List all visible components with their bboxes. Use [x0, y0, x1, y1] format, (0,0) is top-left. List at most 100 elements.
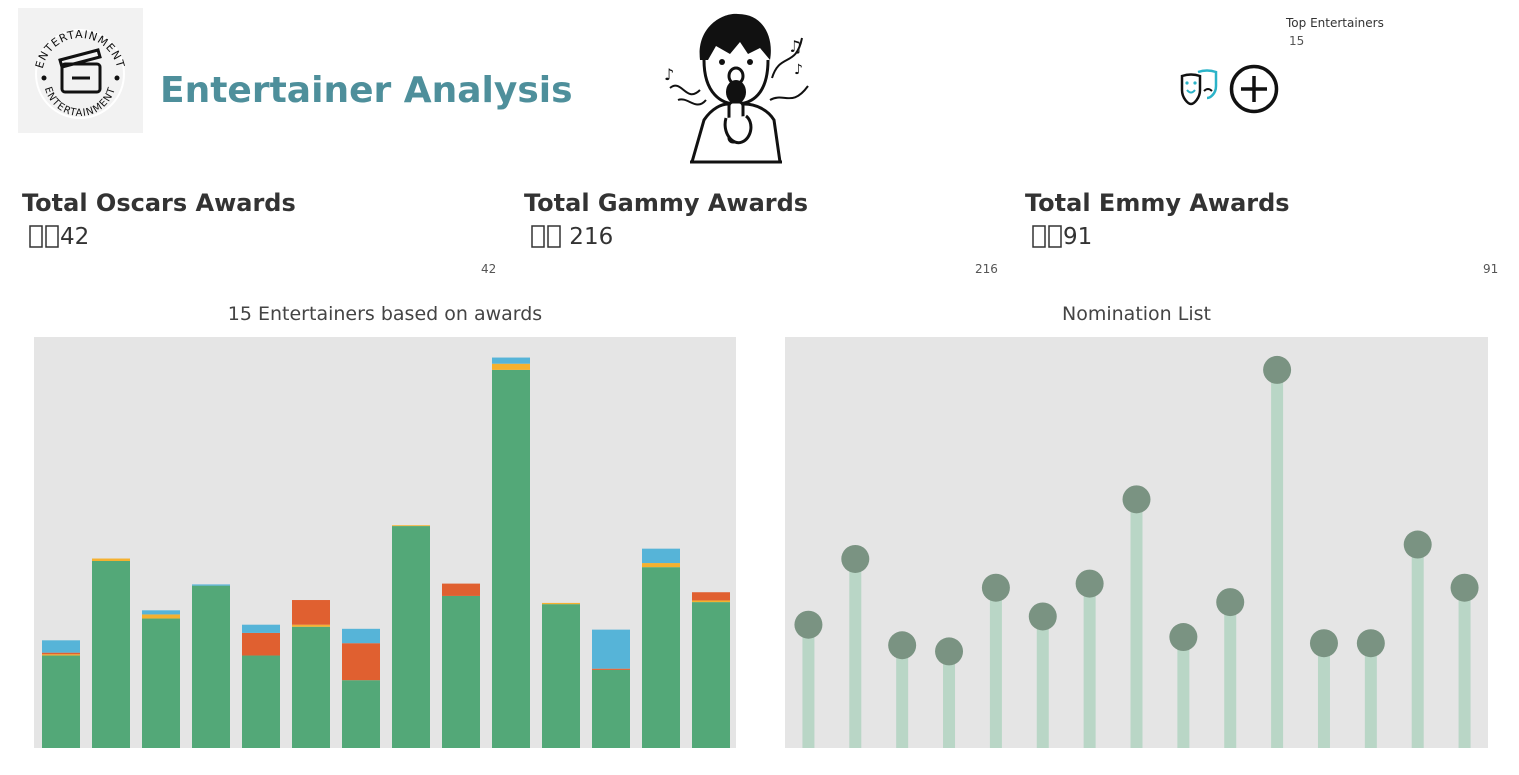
theater-masks-icon[interactable] — [1176, 66, 1220, 110]
bar-segment[interactable] — [542, 604, 580, 748]
logo: ENTERTAINMENT ENTERTAINMENT — [18, 8, 143, 133]
lollipop-point[interactable] — [1263, 355, 1292, 384]
bar-segment[interactable] — [292, 624, 330, 627]
add-button[interactable] — [1228, 63, 1280, 115]
bar-segment[interactable] — [192, 584, 230, 586]
stacked-bar-chart — [34, 337, 736, 748]
bar-segment[interactable] — [642, 548, 680, 564]
lollipop-point[interactable] — [1450, 573, 1479, 602]
bar-segment[interactable] — [42, 654, 80, 656]
bar-segment[interactable] — [392, 526, 430, 748]
svg-text:♫: ♫ — [788, 37, 802, 56]
bar-segment[interactable] — [242, 632, 280, 656]
lollipop-stem — [1411, 544, 1424, 748]
kpi-emmy-sub: 91 — [1483, 262, 1499, 276]
lollipop-stem — [1036, 616, 1049, 748]
lollipop-point[interactable] — [981, 573, 1010, 602]
lollipop-point[interactable] — [1122, 485, 1151, 514]
bar-segment[interactable] — [142, 614, 180, 619]
bar-segment[interactable] — [142, 618, 180, 748]
lollipop-stem — [1271, 369, 1284, 748]
lollipop-point[interactable] — [1028, 602, 1057, 631]
svg-text:♪: ♪ — [794, 62, 803, 78]
bar-segment[interactable] — [142, 610, 180, 615]
nomination-lollipop-chart — [785, 337, 1488, 748]
bar-segment[interactable] — [692, 600, 730, 603]
lollipop-point[interactable] — [794, 610, 823, 639]
bar-segment[interactable] — [342, 628, 380, 644]
lollipop-chart-title: Nomination List — [1062, 303, 1211, 325]
lollipop-point[interactable] — [888, 631, 917, 660]
bar-segment[interactable] — [42, 640, 80, 653]
bar-segment[interactable] — [492, 357, 530, 364]
bar-segment[interactable] — [42, 655, 80, 748]
lollipop-stem — [849, 558, 862, 748]
bar-segment[interactable] — [692, 592, 730, 601]
top-entertainers-value: 15 — [1289, 34, 1305, 48]
lollipop-stem — [1364, 643, 1377, 748]
lollipop-stem — [1130, 499, 1143, 748]
kpi-oscars-value-line: 42 — [28, 224, 89, 250]
kpi-emmy-title: Total Emmy Awards — [1025, 189, 1290, 217]
lollipop-stem — [1458, 587, 1471, 748]
bar-segment[interactable] — [592, 629, 630, 669]
page-title: Entertainer Analysis — [160, 70, 573, 111]
missing-glyph-icon — [1032, 225, 1062, 248]
bar-segment[interactable] — [242, 624, 280, 633]
lollipop-point[interactable] — [1309, 629, 1338, 658]
bar-segment[interactable] — [442, 595, 480, 748]
lollipop-point[interactable] — [1356, 629, 1385, 658]
kpi-oscars-sub: 42 — [481, 262, 497, 276]
lollipop-point[interactable] — [1169, 623, 1198, 652]
bar-segment[interactable] — [492, 369, 530, 748]
bar-segment[interactable] — [192, 585, 230, 748]
bar-segment[interactable] — [692, 602, 730, 748]
plot-background — [34, 337, 736, 748]
bar-segment[interactable] — [642, 567, 680, 748]
bar-segment[interactable] — [92, 558, 130, 561]
bar-segment[interactable] — [592, 668, 630, 670]
bar-segment[interactable] — [292, 626, 330, 748]
bar-segment[interactable] — [442, 583, 480, 596]
kpi-grammy-sub: 216 — [975, 262, 998, 276]
lollipop-stem — [1083, 583, 1096, 748]
missing-glyph-icon — [531, 225, 561, 248]
bar-segment[interactable] — [542, 602, 580, 605]
lollipop-stem — [1224, 602, 1237, 748]
lollipop-stem — [1177, 637, 1190, 748]
bar-segment[interactable] — [592, 669, 630, 748]
lollipop-stem — [1317, 643, 1330, 748]
lollipop-point[interactable] — [1075, 569, 1104, 598]
lollipop-point[interactable] — [841, 544, 870, 573]
bar-segment[interactable] — [492, 363, 530, 370]
bar-segment[interactable] — [392, 525, 430, 527]
bar-segment[interactable] — [292, 600, 330, 625]
svg-text:♪: ♪ — [664, 65, 674, 84]
lollipop-stem — [802, 624, 815, 748]
singer-illustration: ♪ ♫ ♪ — [656, 8, 816, 168]
bar-segment[interactable] — [342, 643, 380, 681]
top-entertainers-label: Top Entertainers — [1286, 16, 1384, 30]
lollipop-point[interactable] — [1216, 588, 1245, 617]
kpi-oscars-title: Total Oscars Awards — [22, 189, 296, 217]
bar-segment[interactable] — [642, 563, 680, 568]
bar-segment[interactable] — [242, 655, 280, 748]
kpi-grammy-title: Total Gammy Awards — [524, 189, 809, 217]
lollipop-stem — [943, 651, 956, 748]
lollipop-point[interactable] — [1403, 530, 1432, 559]
kpi-grammy-value-line: 216 — [530, 224, 613, 250]
kpi-oscars-value: 42 — [60, 224, 90, 250]
plus-circle-icon[interactable] — [1228, 63, 1280, 115]
kpi-emmy-value-line: 91 — [1031, 224, 1092, 250]
lollipop-stem — [896, 645, 909, 748]
lollipop-point[interactable] — [935, 637, 964, 666]
bar-segment[interactable] — [42, 652, 80, 655]
kpi-grammy-value: 216 — [562, 224, 614, 250]
missing-glyph-icon — [29, 225, 59, 248]
bar-segment[interactable] — [342, 680, 380, 748]
bar-segment[interactable] — [92, 560, 130, 748]
clapperboard-icon: ENTERTAINMENT ENTERTAINMENT — [33, 28, 126, 119]
lollipop-stem — [989, 587, 1002, 748]
bar-chart-title: 15 Entertainers based on awards — [227, 303, 543, 325]
kpi-emmy-value: 91 — [1063, 224, 1093, 250]
